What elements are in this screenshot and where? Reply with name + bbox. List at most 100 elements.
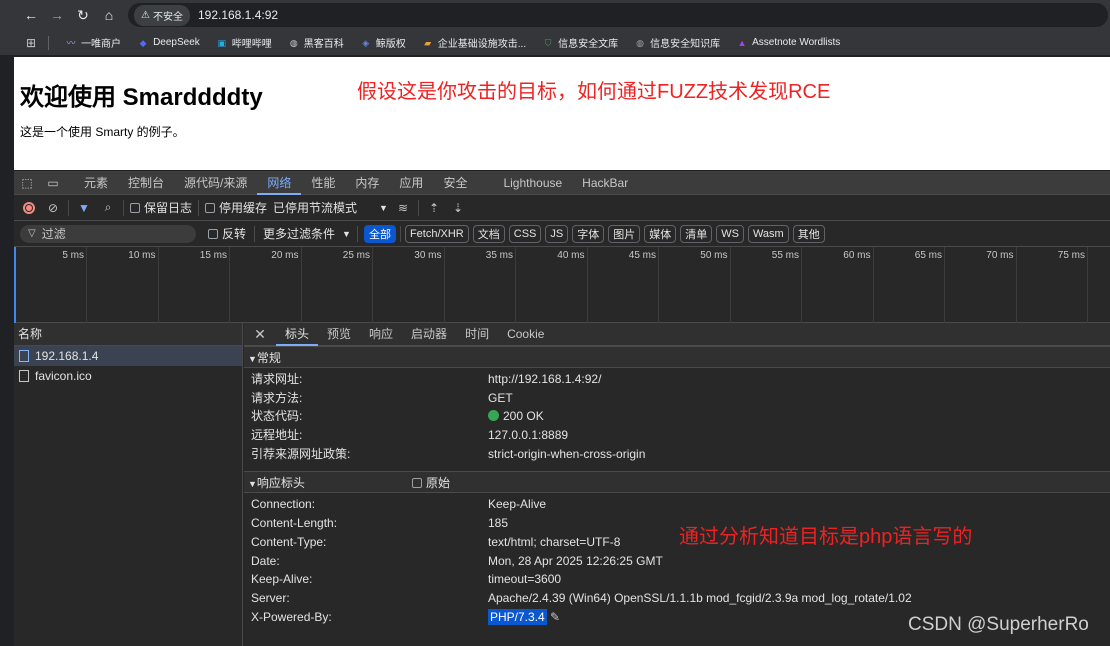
bookmark-1[interactable]: 〰一唯商户 xyxy=(59,35,127,51)
response-headers-section-header[interactable]: ▼响应标头 原始 xyxy=(244,471,1110,494)
preserve-log-checkbox[interactable]: 保留日志 xyxy=(130,199,192,216)
name-column-header[interactable]: 名称 xyxy=(14,323,242,346)
header-key: Keep-Alive: xyxy=(251,572,313,587)
tab-security[interactable]: 安全 xyxy=(433,171,477,195)
forward-icon[interactable]: → xyxy=(44,2,70,28)
omnibox[interactable]: ⚠ 不安全 192.168.1.4:92 xyxy=(128,3,1108,27)
request-row[interactable]: favicon.ico xyxy=(14,366,242,386)
bookmark-bilibili[interactable]: ▣ 哔哩哔哩 xyxy=(210,35,278,51)
header-key: 请求方法: xyxy=(251,390,303,405)
inspect-element-icon[interactable]: ⬚ xyxy=(14,176,40,190)
chip-manifest[interactable]: 清单 xyxy=(680,224,713,243)
timeline-tick: 10 ms xyxy=(128,247,159,323)
device-toolbar-icon[interactable]: ▭ xyxy=(40,176,66,190)
triangle-down-icon: ▼ xyxy=(248,479,257,490)
close-icon[interactable]: ✕ xyxy=(244,326,276,343)
import-har-icon[interactable]: ⇡ xyxy=(425,199,443,217)
chip-wasm[interactable]: Wasm xyxy=(747,224,789,243)
checkbox-box[interactable] xyxy=(205,202,216,213)
bookmark-assetnote[interactable]: ▲ Assetnote Wordlists xyxy=(730,37,846,49)
header-key: Date: xyxy=(251,553,280,568)
header-value-selected[interactable]: PHP/7.3.4 xyxy=(488,608,547,625)
insecure-label: 不安全 xyxy=(152,11,183,23)
timeline-tick: 5 ms xyxy=(62,247,87,323)
reload-icon[interactable]: ↻ xyxy=(70,2,96,28)
bookmark-copyright[interactable]: ◈ 鲸版权 xyxy=(354,35,412,51)
clear-icon[interactable]: ⊘ xyxy=(44,199,62,217)
chip-js[interactable]: JS xyxy=(545,224,569,243)
search-icon[interactable]: ⌕ xyxy=(99,199,117,217)
general-section-header[interactable]: ▼常规 xyxy=(244,346,1110,368)
timeline-tick-label: 25 ms xyxy=(342,250,370,261)
tab-console[interactable]: 控制台 xyxy=(118,171,174,195)
timeline-tick: 40 ms xyxy=(557,247,588,323)
more-filters-dropdown[interactable]: 更多过滤条件 ▼ xyxy=(263,225,351,242)
export-har-icon[interactable]: ⇣ xyxy=(449,199,467,217)
throttling-select[interactable]: 已停用节流模式 ▼ xyxy=(273,199,388,216)
bookmark-label: 鲸版权 xyxy=(375,39,406,50)
tab-response[interactable]: 响应 xyxy=(360,323,402,346)
record-icon[interactable] xyxy=(20,199,38,217)
bookmark-deepseek[interactable]: ◆ DeepSeek xyxy=(131,37,206,49)
watermark: CSDN @SuperherRo xyxy=(908,614,1089,635)
checkbox-box[interactable] xyxy=(412,478,422,489)
chip-doc[interactable]: 文档 xyxy=(472,224,505,243)
tab-performance[interactable]: 性能 xyxy=(301,171,345,195)
home-icon[interactable]: ⌂ xyxy=(96,2,122,28)
tab-sources[interactable]: 源代码/来源 xyxy=(174,171,257,195)
apps-grid-icon[interactable]: ⊞ xyxy=(26,36,36,50)
tab-elements[interactable]: 元素 xyxy=(74,171,118,195)
header-row: 状态代码: 200 OK xyxy=(244,407,1110,426)
filter-icon[interactable]: ▼ xyxy=(75,199,93,217)
chip-media[interactable]: 媒体 xyxy=(644,224,677,243)
tab-lighthouse[interactable]: Lighthouse xyxy=(493,171,572,195)
network-timeline[interactable]: 5 ms 10 ms 15 ms 20 ms 25 ms 30 ms 35 ms 40 ms 4… xyxy=(14,247,1110,323)
tab-application[interactable]: 应用 xyxy=(389,171,433,195)
screen: ← → ↻ ⌂ ⚠ 不安全 192.168.1.4:92 ⊞ 〰一唯商户 ◆ De… xyxy=(0,0,1110,646)
chip-all[interactable]: 全部 xyxy=(363,224,396,243)
tab-headers[interactable]: 标头 xyxy=(276,323,319,346)
tab-memory[interactable]: 内存 xyxy=(345,171,389,195)
bookmark-hacker-wiki[interactable]: ◍ 黑客百科 xyxy=(282,35,350,51)
tab-timing[interactable]: 时间 xyxy=(456,323,498,346)
timeline-tick-label: 75 ms xyxy=(1057,250,1085,261)
tab-cookie[interactable]: Cookie xyxy=(498,323,553,346)
header-key: 引荐来源网址政策: xyxy=(251,446,351,461)
request-detail: ✕ 标头 预览 响应 启动器 时间 Cookie ▼常规 请求网址: http:/… xyxy=(244,323,1110,646)
devtools-tab-bar: ⬚ ▭ 元素 控制台 源代码/来源 网络 性能 内存 应用 安全 Lightho… xyxy=(14,171,1110,195)
triangle-down-icon: ▼ xyxy=(248,354,257,364)
tab-preview[interactable]: 预览 xyxy=(318,323,360,346)
bookmark-sec-library[interactable]: ⛉ 信息安全文库 xyxy=(536,35,624,51)
filter-input[interactable]: ▽ 过滤 xyxy=(20,224,196,243)
disable-cache-checkbox[interactable]: 停用缓存 xyxy=(205,199,267,216)
request-row[interactable]: 192.168.1.4 xyxy=(14,346,242,366)
chip-other[interactable]: 其他 xyxy=(792,224,825,243)
url-text[interactable]: 192.168.1.4:92 xyxy=(198,8,278,22)
chip-font[interactable]: 字体 xyxy=(572,224,605,243)
checkbox-box[interactable] xyxy=(130,202,140,213)
chip-fetch-xhr[interactable]: Fetch/XHR xyxy=(404,224,469,243)
bookmark-divider xyxy=(48,35,50,50)
timeline-tick-label: 50 ms xyxy=(700,250,728,261)
divider xyxy=(417,199,419,216)
tab-hackbar[interactable]: HackBar xyxy=(572,171,638,195)
bookmark-sec-kb[interactable]: ◍ 信息安全知识库 xyxy=(628,35,726,51)
chip-css[interactable]: CSS xyxy=(508,224,542,243)
chip-img[interactable]: 图片 xyxy=(608,224,641,243)
tab-network[interactable]: 网络 xyxy=(257,171,302,195)
back-icon[interactable]: ← xyxy=(18,2,44,28)
chip-ws[interactable]: WS xyxy=(716,224,744,243)
warning-icon: ⚠ xyxy=(141,9,150,21)
network-toolbar: ⊘ ▼ ⌕ 保留日志 停用缓存 已停用节流模式 ▼ ≋ ⇡ ⇣ xyxy=(14,195,1110,221)
tab-initiator[interactable]: 启动器 xyxy=(402,323,456,346)
funnel-icon: ▽ xyxy=(28,228,36,239)
bookmark-infra-attack[interactable]: ▰ 企业基础设施攻击... xyxy=(416,35,532,51)
pencil-icon[interactable]: ✎ xyxy=(550,610,560,624)
wifi-icon[interactable]: ≋ xyxy=(394,199,412,217)
timeline-tick-label: 60 ms xyxy=(843,250,871,261)
invert-checkbox[interactable]: 反转 xyxy=(208,225,246,242)
checkbox-box[interactable] xyxy=(208,228,218,239)
insecure-badge[interactable]: ⚠ 不安全 xyxy=(134,4,190,26)
raw-checkbox[interactable]: 原始 xyxy=(412,472,450,494)
annotation-overlay: 假设这是你攻击的目标，如何通过FUZZ技术发现RCE xyxy=(357,81,831,103)
